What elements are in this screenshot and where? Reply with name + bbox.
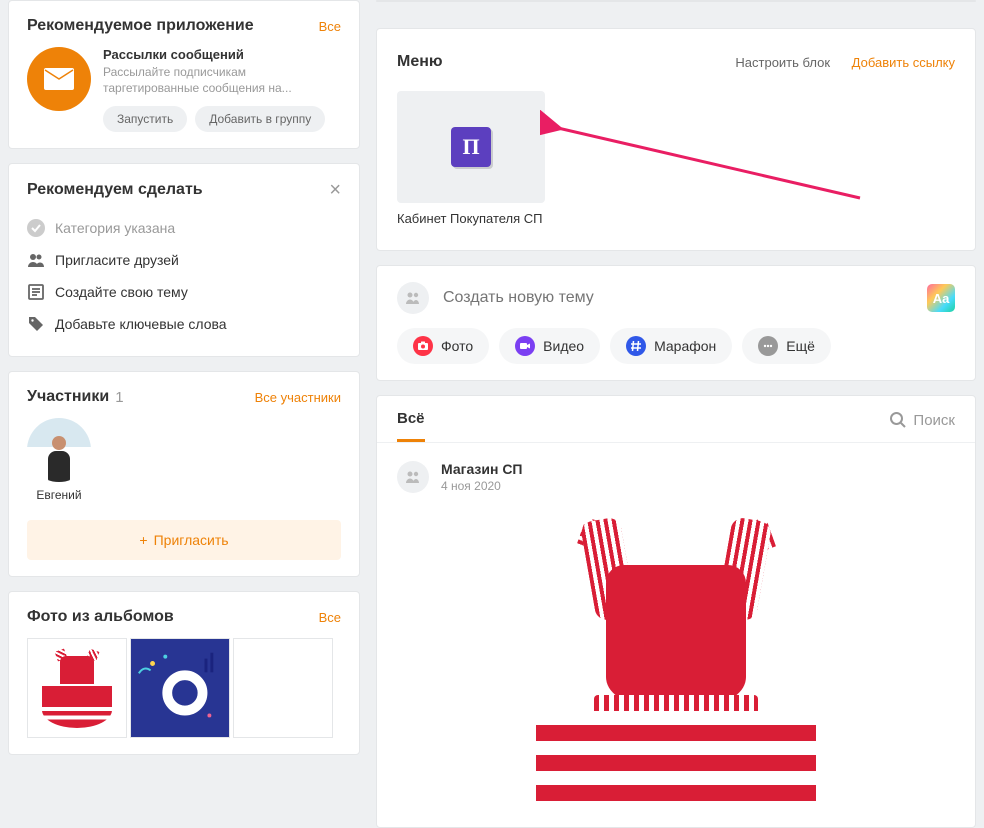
participants-card: Участники 1 Все участники Евгений + Приг… [8, 371, 360, 577]
album-photo-abstract[interactable] [130, 638, 230, 738]
recommended-app-header: Рекомендуемое приложение [27, 17, 254, 35]
card-stub [376, 0, 976, 2]
menu-tile-label: Кабинет Покупателя СП [397, 211, 545, 226]
add-video-chip[interactable]: Видео [499, 328, 600, 364]
app-title: Рассылки сообщений [103, 47, 341, 62]
participant-name: Евгений [27, 488, 91, 502]
recommended-app-card: Рекомендуемое приложение Все Рассылки со… [8, 0, 360, 149]
participant-item[interactable]: Евгений [27, 418, 91, 502]
photos-all-link[interactable]: Все [319, 610, 341, 625]
app-description: Рассылайте подписчикам таргетированные с… [103, 64, 341, 96]
todo-header: Рекомендуем сделать [27, 181, 203, 199]
more-chip[interactable]: Ещё [742, 328, 831, 364]
feed-card: Всё Поиск Магазин СП 4 ноя 2020 [376, 395, 976, 828]
plus-icon: + [139, 532, 147, 548]
add-marathon-chip[interactable]: Марафон [610, 328, 732, 364]
album-photo-dress[interactable] [27, 638, 127, 738]
text-style-icon[interactable]: Aa [927, 284, 955, 312]
create-topic-input[interactable] [443, 289, 913, 307]
compose-card: Aa Фото Видео Марафон Ещё [376, 265, 976, 381]
run-button[interactable]: Запустить [103, 106, 187, 132]
avatar [27, 418, 91, 482]
camera-icon [413, 336, 433, 356]
configure-block-link[interactable]: Настроить блок [735, 55, 830, 70]
add-photo-chip[interactable]: Фото [397, 328, 489, 364]
search-icon [889, 411, 907, 429]
photos-header: Фото из альбомов [27, 608, 174, 626]
post-date: 4 ноя 2020 [441, 479, 523, 493]
group-avatar-icon [397, 282, 429, 314]
participants-header: Участники [27, 388, 109, 406]
hash-icon [626, 336, 646, 356]
add-to-group-button[interactable]: Добавить в группу [195, 106, 325, 132]
close-icon[interactable]: × [329, 180, 341, 200]
mail-app-icon [27, 47, 91, 111]
todo-category-done[interactable]: Категория указана [27, 212, 341, 244]
photos-card: Фото из альбомов Все [8, 591, 360, 755]
menu-card: Меню Настроить блок Добавить ссылку П Ка… [376, 28, 976, 251]
add-link-link[interactable]: Добавить ссылку [852, 55, 955, 70]
tab-all[interactable]: Всё [397, 410, 425, 442]
post-avatar-icon[interactable] [397, 461, 429, 493]
menu-tile-buyer-cabinet[interactable]: П [397, 91, 545, 203]
menu-title: Меню [397, 53, 443, 71]
more-icon [758, 336, 778, 356]
all-participants-link[interactable]: Все участники [255, 390, 341, 405]
todo-card: Рекомендуем сделать × Категория указана … [8, 163, 360, 357]
video-icon [515, 336, 535, 356]
todo-create-topic[interactable]: Создайте свою тему [27, 276, 341, 308]
invite-button[interactable]: + Пригласить [27, 520, 341, 560]
recommended-app-all-link[interactable]: Все [319, 19, 341, 34]
participants-count: 1 [115, 389, 123, 406]
album-photo-empty[interactable] [233, 638, 333, 738]
app-logo-icon: П [451, 127, 491, 167]
post-image[interactable] [397, 509, 955, 809]
todo-add-keywords[interactable]: Добавьте ключевые слова [27, 308, 341, 340]
todo-invite-friends[interactable]: Пригласите друзей [27, 244, 341, 276]
feed-search-link[interactable]: Поиск [889, 411, 955, 441]
post-author[interactable]: Магазин СП [441, 461, 523, 477]
